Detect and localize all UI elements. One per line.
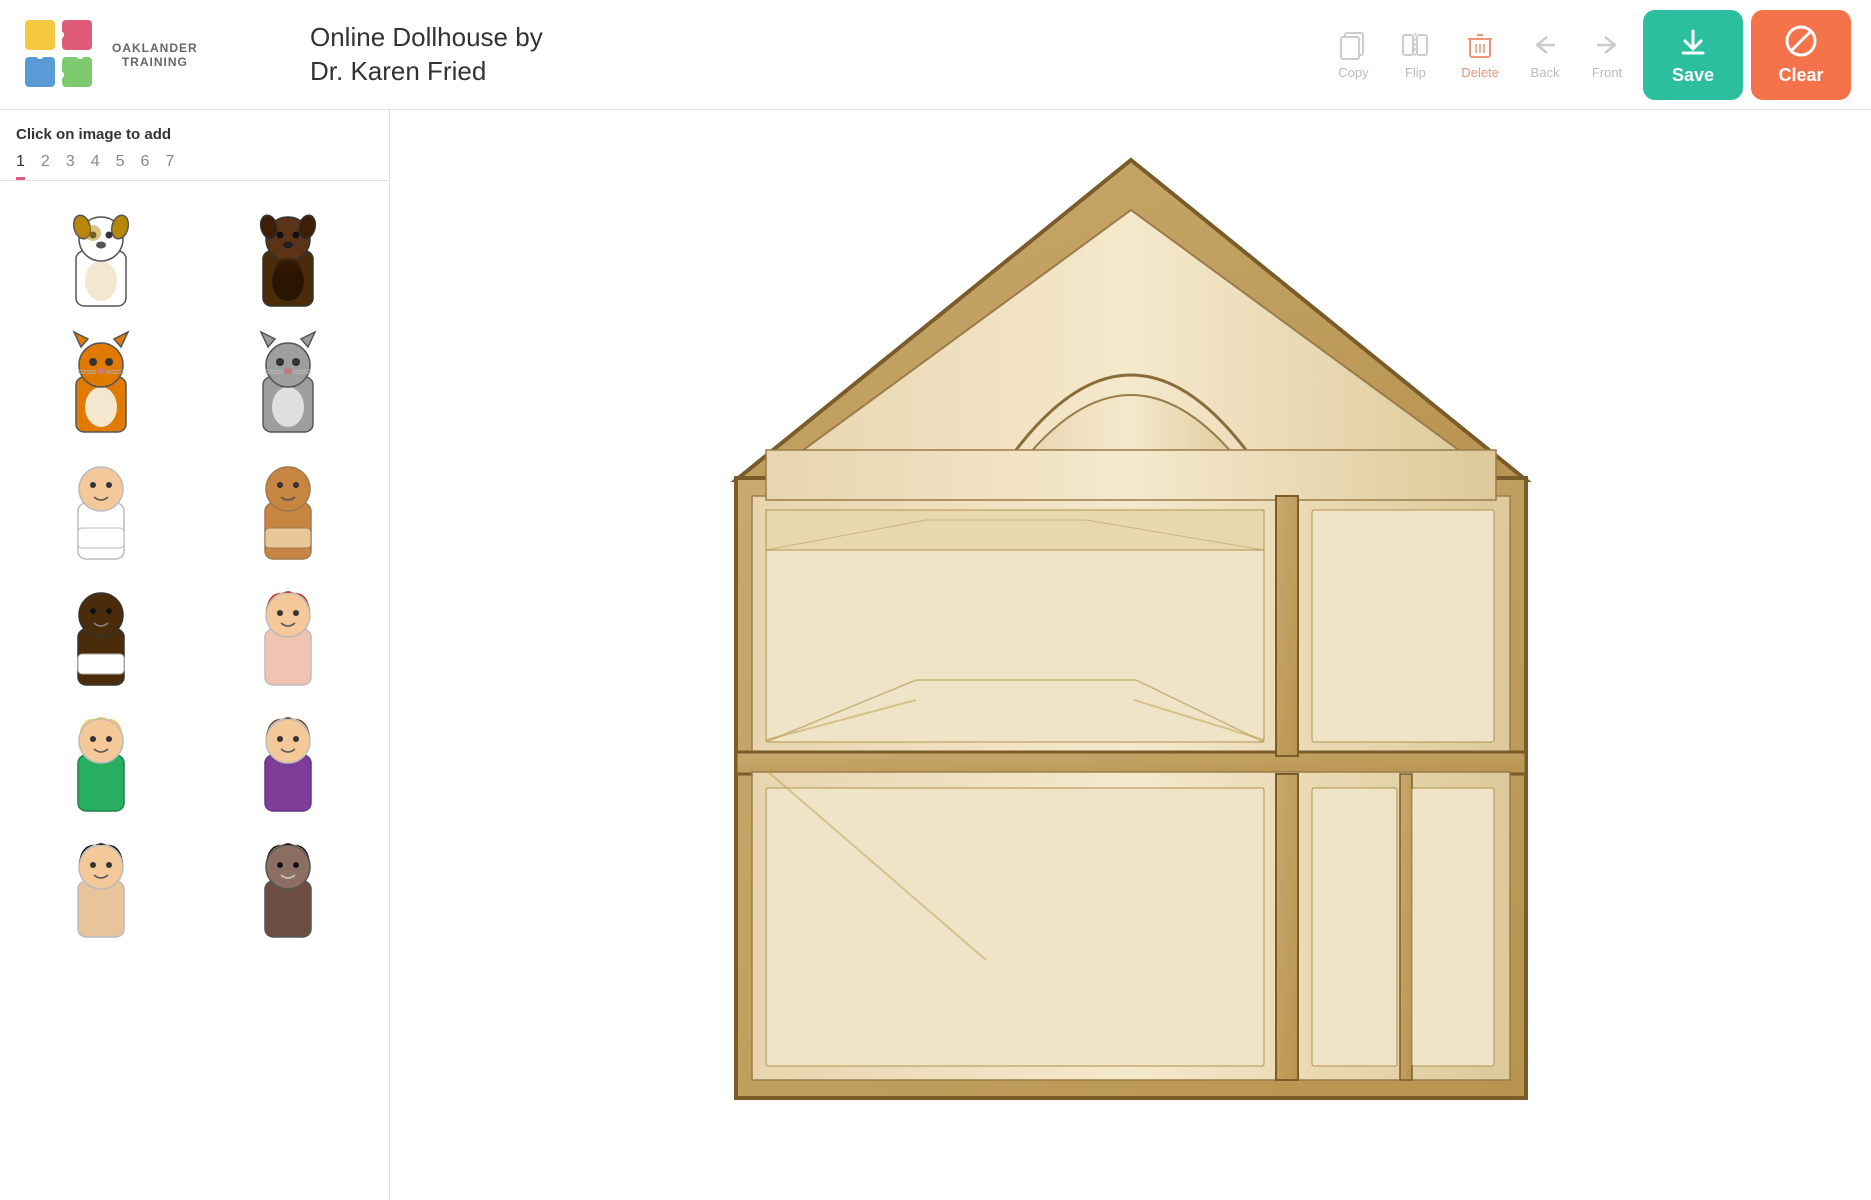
sidebar-scroll[interactable]: [0, 189, 389, 1200]
tab-6[interactable]: 6: [141, 153, 150, 180]
list-item[interactable]: [199, 197, 378, 315]
copy-icon: [1337, 29, 1369, 61]
list-item[interactable]: [12, 449, 191, 567]
tab-2[interactable]: 2: [41, 153, 50, 180]
instruction-bold: Click: [16, 126, 52, 143]
flip-button[interactable]: Flip: [1399, 29, 1431, 80]
delete-button[interactable]: Delete: [1461, 29, 1499, 80]
sidebar-tabs: 1 2 3 4 5 6 7: [0, 153, 389, 181]
figures-grid: [12, 197, 377, 945]
list-item[interactable]: [12, 827, 191, 945]
list-item[interactable]: [12, 701, 191, 819]
sidebar-instruction: Click on image to add: [0, 126, 389, 153]
flip-icon: [1399, 29, 1431, 61]
instruction-rest: on image to add: [56, 126, 171, 143]
clear-button[interactable]: Clear: [1751, 10, 1851, 100]
list-item[interactable]: [199, 575, 378, 693]
clear-icon: [1783, 23, 1819, 59]
list-item[interactable]: [12, 197, 191, 315]
list-item[interactable]: [199, 323, 378, 441]
save-button[interactable]: Save: [1643, 10, 1743, 100]
front-button[interactable]: Front: [1591, 29, 1623, 80]
toolbar: Copy Flip Delete: [1337, 29, 1623, 80]
tab-3[interactable]: 3: [66, 153, 75, 180]
list-item[interactable]: [199, 701, 378, 819]
canvas-area[interactable]: [390, 110, 1871, 1200]
list-item[interactable]: [199, 827, 378, 945]
logo-area: OAKLANDERTRAINING: [20, 15, 300, 95]
back-icon: [1529, 29, 1561, 61]
main: Click on image to add 1 2 3 4 5 6 7: [0, 110, 1871, 1200]
front-icon: [1591, 29, 1623, 61]
tab-7[interactable]: 7: [165, 153, 174, 180]
sidebar: Click on image to add 1 2 3 4 5 6 7: [0, 110, 390, 1200]
copy-button[interactable]: Copy: [1337, 29, 1369, 80]
save-icon: [1675, 23, 1711, 59]
delete-icon: [1464, 29, 1496, 61]
list-item[interactable]: [199, 449, 378, 567]
logo-text: OAKLANDERTRAINING: [112, 41, 198, 69]
back-button[interactable]: Back: [1529, 29, 1561, 80]
list-item[interactable]: [12, 323, 191, 441]
tab-4[interactable]: 4: [91, 153, 100, 180]
tab-1[interactable]: 1: [16, 153, 25, 180]
logo-icon: [20, 15, 100, 95]
list-item[interactable]: [12, 575, 191, 693]
tab-5[interactable]: 5: [116, 153, 125, 180]
app-title: Online Dollhouse by Dr. Karen Fried: [310, 21, 543, 89]
dollhouse[interactable]: [706, 140, 1556, 1140]
dollhouse-svg: [706, 140, 1556, 1120]
action-buttons: Save Clear: [1643, 10, 1851, 100]
header: OAKLANDERTRAINING Online Dollhouse by Dr…: [0, 0, 1871, 110]
